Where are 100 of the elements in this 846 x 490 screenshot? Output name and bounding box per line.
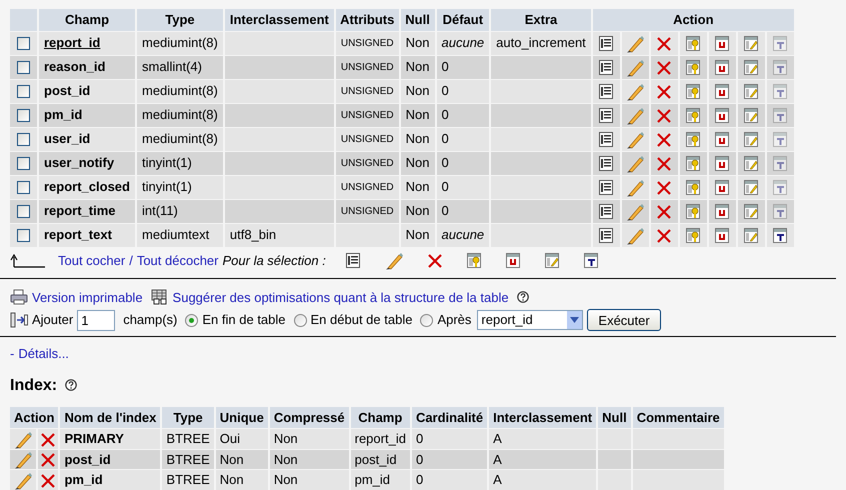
check-all-link[interactable]: Tout cocher bbox=[58, 250, 126, 270]
edit-icon[interactable] bbox=[626, 82, 644, 101]
checkbox[interactable] bbox=[17, 109, 30, 122]
checkbox[interactable] bbox=[17, 133, 30, 146]
column-header: Action bbox=[592, 9, 794, 30]
delete-icon[interactable] bbox=[657, 36, 672, 51]
unique-icon[interactable] bbox=[715, 228, 730, 244]
browse-icon[interactable] bbox=[599, 156, 614, 172]
index-icon[interactable] bbox=[744, 204, 758, 220]
edit-icon[interactable] bbox=[14, 430, 32, 449]
index-icon[interactable] bbox=[744, 84, 758, 100]
delete-icon[interactable] bbox=[657, 204, 672, 219]
key-icon[interactable] bbox=[686, 180, 700, 196]
delete-icon[interactable] bbox=[428, 254, 442, 268]
key-icon[interactable] bbox=[466, 253, 481, 268]
help-icon[interactable] bbox=[516, 291, 529, 304]
checkbox[interactable] bbox=[17, 181, 30, 194]
unique-icon[interactable] bbox=[715, 84, 730, 100]
edit-icon[interactable] bbox=[14, 472, 32, 490]
key-icon[interactable] bbox=[686, 36, 700, 52]
details-link[interactable]: Détails... bbox=[18, 344, 69, 364]
table-cell: UNSIGNED bbox=[336, 152, 399, 174]
index-icon[interactable] bbox=[744, 132, 758, 148]
checkbox[interactable] bbox=[17, 85, 30, 98]
key-icon[interactable] bbox=[686, 132, 700, 148]
edit-icon[interactable] bbox=[626, 226, 644, 245]
key-icon[interactable] bbox=[686, 156, 700, 172]
radio-button[interactable] bbox=[420, 314, 434, 326]
index-icon[interactable] bbox=[744, 108, 758, 124]
unique-icon[interactable] bbox=[715, 36, 730, 52]
delete-icon[interactable] bbox=[657, 156, 672, 171]
index-icon[interactable] bbox=[744, 60, 758, 76]
index-icon[interactable] bbox=[744, 156, 758, 172]
key-icon[interactable] bbox=[686, 108, 700, 124]
edit-icon[interactable] bbox=[626, 106, 644, 125]
fulltext-icon[interactable] bbox=[584, 253, 598, 268]
browse-icon[interactable] bbox=[599, 228, 614, 244]
edit-icon[interactable] bbox=[626, 58, 644, 77]
index-icon[interactable] bbox=[544, 253, 559, 268]
checkbox[interactable] bbox=[17, 205, 30, 218]
unique-icon[interactable] bbox=[506, 253, 520, 268]
count-field[interactable]: 1 bbox=[77, 310, 116, 330]
browse-icon[interactable] bbox=[599, 204, 614, 220]
table-cell: BTREE bbox=[162, 450, 214, 470]
delete-icon[interactable] bbox=[657, 60, 672, 75]
unique-icon[interactable] bbox=[715, 132, 730, 148]
unique-icon[interactable] bbox=[715, 180, 730, 196]
browse-icon[interactable] bbox=[599, 108, 614, 124]
fulltext-icon[interactable] bbox=[773, 228, 788, 244]
browse-icon[interactable] bbox=[599, 132, 614, 148]
delete-icon[interactable] bbox=[657, 228, 672, 243]
key-icon[interactable] bbox=[686, 228, 700, 244]
edit-icon[interactable] bbox=[626, 130, 644, 149]
edit-icon[interactable] bbox=[626, 34, 644, 53]
checkbox[interactable] bbox=[17, 61, 30, 74]
checkbox[interactable] bbox=[17, 37, 30, 50]
printer-icon bbox=[10, 289, 28, 306]
edit-icon[interactable] bbox=[626, 154, 644, 173]
unique-icon[interactable] bbox=[715, 204, 730, 220]
delete-icon[interactable] bbox=[657, 132, 672, 147]
link[interactable]: Suggérer des optimisations quant à la structure de la table bbox=[172, 288, 509, 307]
key-icon[interactable] bbox=[686, 204, 700, 220]
table-cell: report_closed bbox=[39, 176, 135, 198]
key-icon[interactable] bbox=[686, 60, 700, 76]
delete-icon[interactable] bbox=[657, 108, 672, 123]
column-header: Interclassement bbox=[224, 9, 334, 30]
key-icon[interactable] bbox=[686, 84, 700, 100]
link[interactable]: Version imprimable bbox=[32, 288, 143, 307]
browse-icon[interactable] bbox=[599, 180, 614, 196]
unique-icon[interactable] bbox=[715, 108, 730, 124]
edit-icon[interactable] bbox=[626, 202, 644, 221]
delete-icon[interactable] bbox=[41, 453, 55, 468]
delete-icon[interactable] bbox=[41, 432, 55, 447]
edit-icon[interactable] bbox=[14, 451, 32, 470]
help-icon[interactable] bbox=[65, 379, 78, 392]
checkbox[interactable] bbox=[17, 229, 30, 242]
browse-icon[interactable] bbox=[599, 84, 614, 100]
execute-button[interactable]: Exécuter bbox=[587, 309, 661, 331]
unique-icon[interactable] bbox=[715, 156, 730, 172]
selection-label: Pour la sélection : bbox=[222, 252, 326, 270]
radio-button[interactable] bbox=[294, 314, 307, 326]
delete-icon[interactable] bbox=[657, 180, 672, 195]
browse-icon[interactable] bbox=[599, 36, 614, 52]
index-icon[interactable] bbox=[744, 36, 758, 52]
uncheck-all-link[interactable]: Tout décocher bbox=[136, 250, 218, 270]
delete-icon[interactable] bbox=[657, 84, 672, 99]
delete-icon[interactable] bbox=[41, 474, 55, 488]
edit-icon[interactable] bbox=[384, 252, 403, 270]
table-cell bbox=[598, 450, 631, 470]
index-icon[interactable] bbox=[744, 180, 758, 196]
index-icon[interactable] bbox=[744, 228, 758, 244]
checkbox[interactable] bbox=[17, 157, 30, 170]
radio-button[interactable] bbox=[185, 314, 198, 326]
unique-icon[interactable] bbox=[715, 60, 730, 76]
table-cell: 0 bbox=[436, 200, 490, 222]
after-field-select[interactable]: report_id bbox=[477, 310, 584, 330]
edit-icon[interactable] bbox=[626, 178, 644, 197]
table-cell: UNSIGNED bbox=[336, 176, 399, 198]
browse-icon[interactable] bbox=[346, 253, 360, 268]
browse-icon[interactable] bbox=[599, 60, 614, 76]
